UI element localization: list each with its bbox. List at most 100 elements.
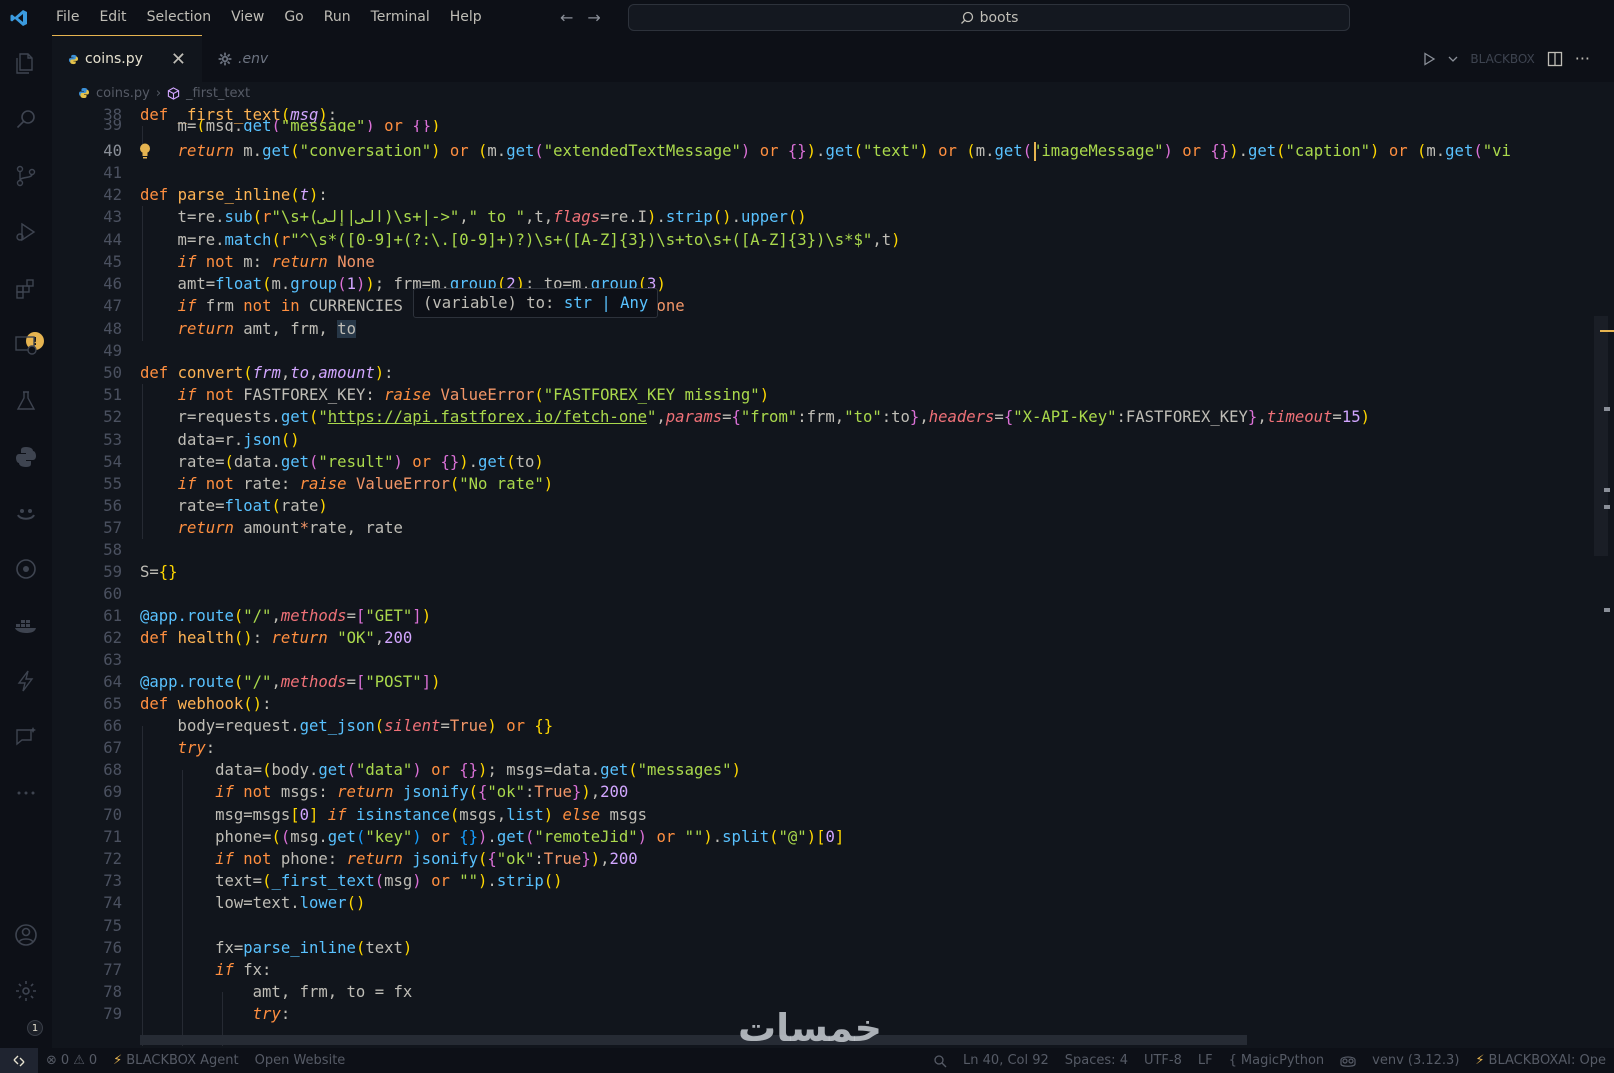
line-number: 48: [103, 320, 122, 338]
line-number: 49: [103, 342, 122, 360]
zoom-icon[interactable]: [925, 1054, 955, 1068]
line-number: 71: [103, 828, 122, 846]
blackboxai-label: BLACKBOXAI: Ope: [1488, 1053, 1606, 1068]
language-mode[interactable]: {MagicPython: [1221, 1053, 1333, 1068]
error-count: 0: [60, 1053, 70, 1068]
menu-edit[interactable]: Edit: [89, 0, 136, 35]
more-views-icon[interactable]: [12, 779, 40, 807]
remote-indicator-icon[interactable]: [0, 1048, 38, 1073]
ai-chat-sparkle-icon[interactable]: [12, 723, 40, 751]
settings-gear-icon[interactable]: [12, 977, 40, 1005]
copilot-status-icon[interactable]: [1332, 1054, 1364, 1068]
explorer-icon[interactable]: [12, 49, 40, 77]
overview-ruler-mark: [1600, 330, 1614, 332]
tab-coins-py[interactable]: coins.py ✕: [52, 35, 202, 82]
remote-explorer-icon[interactable]: [12, 331, 40, 359]
menu-help[interactable]: Help: [440, 0, 492, 35]
blackbox-agent-label: BLACKBOX Agent: [126, 1053, 239, 1068]
line-number: 61: [103, 607, 122, 625]
kubernetes-icon[interactable]: [12, 555, 40, 583]
python-interpreter[interactable]: venv (3.12.3): [1364, 1053, 1467, 1068]
line-number: 51: [103, 386, 122, 404]
breadcrumb-symbol[interactable]: _first_text: [186, 86, 250, 101]
command-center-search[interactable]: boots: [628, 4, 1350, 31]
breadcrumb-separator: ›: [155, 85, 162, 101]
code-line: amt, frm, to = fx: [140, 983, 413, 1001]
code-line: m=(msg.get("message") or {}): [140, 120, 441, 132]
docker-icon[interactable]: [12, 611, 40, 639]
accounts-icon[interactable]: [12, 921, 40, 949]
code-line: fx=parse_inline(text): [140, 939, 413, 957]
code-content[interactable]: def _first_text(msg): m=(msg.get("messag…: [140, 104, 1560, 1048]
run-play-icon[interactable]: [1422, 51, 1436, 66]
line-number: 41: [103, 164, 122, 182]
split-editor-icon[interactable]: [1547, 51, 1563, 67]
code-line: def convert(frm,to,amount):: [140, 364, 394, 382]
code-line: m=re.match(r"^\s*([0-9]+(?:\.[0-9]+)?)\s…: [140, 231, 901, 249]
extensions-icon[interactable]: [12, 275, 40, 303]
menu-run[interactable]: Run: [314, 0, 361, 35]
blackbox-agent-button[interactable]: ⚡ BLACKBOX Agent: [105, 1053, 246, 1068]
line-number: 79: [103, 1005, 122, 1023]
file-encoding[interactable]: UTF-8: [1136, 1053, 1190, 1068]
overview-ruler-mark: [1604, 488, 1610, 492]
menu-view[interactable]: View: [221, 0, 274, 35]
line-ending[interactable]: LF: [1190, 1053, 1221, 1068]
line-number: 42: [103, 186, 122, 204]
code-line: return m.get("conversation") or (m.get("…: [177, 142, 1511, 160]
python-file-icon: [68, 54, 79, 64]
line-number: 76: [103, 939, 122, 957]
menu-go[interactable]: Go: [274, 0, 313, 35]
hover-type: str | Any: [563, 294, 649, 312]
horizontal-scrollbar[interactable]: [140, 1035, 1247, 1045]
search-sidebar-icon[interactable]: [12, 105, 40, 133]
line-number: 78: [103, 983, 122, 1001]
more-actions-icon[interactable]: ···: [1575, 49, 1590, 68]
menu-terminal[interactable]: Terminal: [361, 0, 440, 35]
source-control-icon[interactable]: [12, 162, 40, 190]
run-debug-icon[interactable]: [12, 218, 40, 246]
overview-ruler-mark: [1604, 505, 1610, 509]
svg-text:خمسات: خمسات: [738, 1006, 882, 1049]
vertical-scrollbar[interactable]: [1594, 316, 1608, 556]
line-number: 39: [103, 120, 122, 130]
breadcrumb-file[interactable]: coins.py: [96, 86, 150, 101]
menu-selection[interactable]: Selection: [137, 0, 222, 35]
python-file-icon: [79, 88, 89, 98]
code-line: rate=float(rate): [140, 497, 328, 515]
lightbulb-icon[interactable]: [138, 142, 152, 160]
code-line: try:: [177, 739, 216, 757]
chevron-down-icon[interactable]: [1448, 54, 1458, 64]
overview-ruler-mark: [1604, 608, 1610, 612]
code-line: if not rate: raise ValueError("No rate"): [177, 475, 554, 493]
text-cursor: [1034, 142, 1036, 161]
blackbox-label[interactable]: BLACKBOX: [1470, 52, 1534, 66]
blackboxai-status[interactable]: ⚡ BLACKBOXAI: Ope: [1467, 1053, 1614, 1068]
lightning-icon[interactable]: [12, 667, 40, 695]
tab-env[interactable]: .env: [202, 35, 284, 82]
testing-flask-icon[interactable]: [12, 387, 40, 415]
menu-file[interactable]: File: [46, 0, 89, 35]
menu-bar: File Edit Selection View Go Run Terminal…: [46, 0, 492, 35]
close-icon[interactable]: ✕: [171, 49, 186, 70]
code-line: def parse_inline(t):: [140, 186, 328, 204]
line-number: 55: [103, 475, 122, 493]
arrow-left-icon[interactable]: ←: [560, 8, 573, 27]
line-number: 52: [103, 408, 122, 426]
line-number: 75: [103, 917, 122, 935]
activity-bar: ! 1: [0, 35, 52, 1048]
python-icon[interactable]: [12, 443, 40, 471]
gear-icon: [218, 52, 232, 65]
open-website-button[interactable]: Open Website: [247, 1053, 354, 1068]
line-number: 68: [103, 761, 122, 779]
problems-indicator[interactable]: ⊗ 0 ⚠ 0: [38, 1053, 105, 1068]
line-number: 50: [103, 364, 122, 382]
code-editor[interactable]: 38 39 40 41 42 43 44 45 46 47 48 49 50 5…: [52, 104, 1614, 1048]
tab-label: coins.py: [84, 51, 143, 67]
watermark-logo: خمسات: [738, 1006, 882, 1049]
indentation[interactable]: Spaces: 4: [1057, 1053, 1136, 1068]
line-number: 69: [103, 783, 122, 801]
arrow-right-icon[interactable]: →: [587, 8, 600, 27]
cursor-position[interactable]: Ln 40, Col 92: [955, 1053, 1057, 1068]
copilot-icon[interactable]: [12, 499, 40, 527]
